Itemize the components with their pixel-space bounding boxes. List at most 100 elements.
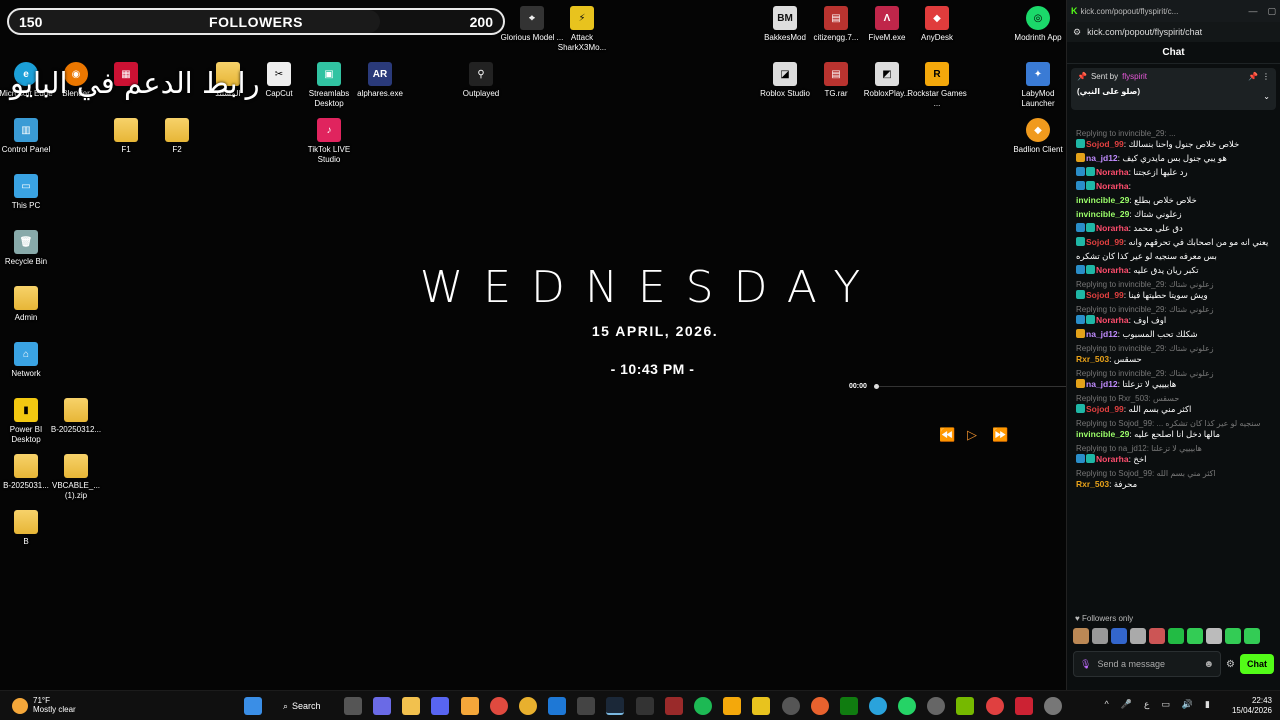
- chat-message[interactable]: Replying to invincible_29: زعلوني شتاك na…: [1076, 368, 1276, 390]
- chat-message[interactable]: Replying to Sojod_99: ... سنجيه لو عير ك…: [1076, 418, 1276, 440]
- chevron-down-icon[interactable]: ⌄: [1263, 92, 1270, 101]
- chrome-icon[interactable]: [490, 697, 508, 715]
- emote[interactable]: [1073, 628, 1089, 644]
- emote[interactable]: [1149, 628, 1165, 644]
- chat-username[interactable]: na_jd12: [1086, 153, 1118, 163]
- weather-widget[interactable]: 71°F Mostly clear: [12, 696, 76, 714]
- reply-context[interactable]: Replying to invincible_29: زعلوني شتاك: [1076, 368, 1276, 379]
- chat-message[interactable]: invincible_29: خلاص خلاص بطلع: [1076, 195, 1276, 206]
- chat-message[interactable]: invincible_29: زعلوني شتاك: [1076, 209, 1276, 220]
- desktop-icon-rockstar[interactable]: R Rockstar Games ...: [907, 62, 967, 109]
- chrome-icon[interactable]: [519, 697, 537, 715]
- url-text[interactable]: kick.com/popout/flyspirit/chat: [1087, 27, 1202, 37]
- chat-username[interactable]: Norarha: [1096, 167, 1129, 177]
- emote[interactable]: [1168, 628, 1184, 644]
- desktop-icon-badlion[interactable]: ◆ Badlion Client: [1010, 118, 1066, 155]
- steam-icon[interactable]: [606, 697, 624, 715]
- play-icon[interactable]: ▷: [967, 427, 977, 443]
- reply-context[interactable]: Replying to Sojod_99: ... سنجيه لو عير ك…: [1076, 418, 1276, 429]
- copilot-icon[interactable]: [373, 697, 391, 715]
- chat-username[interactable]: Norarha: [1096, 223, 1129, 233]
- desktop-icon-powerbi[interactable]: ▮ Power BI Desktop: [0, 398, 54, 445]
- previous-icon[interactable]: ⏪: [939, 427, 955, 443]
- reply-context[interactable]: Replying to invincible_29: زعلوني شتاك: [1076, 343, 1276, 354]
- nvidia-icon[interactable]: [956, 697, 974, 715]
- app-icon[interactable]: [636, 697, 654, 715]
- chat-username[interactable]: Norarha: [1096, 181, 1129, 191]
- emote[interactable]: [1187, 628, 1203, 644]
- desktop-icon-admin[interactable]: Admin: [0, 286, 54, 323]
- chat-message[interactable]: Norarha: تكبر ريان يدق عليه: [1076, 265, 1276, 276]
- desktop-icon-labymod[interactable]: ✦ LabyMod Launcher: [1010, 62, 1066, 109]
- app-icon[interactable]: [461, 697, 479, 715]
- desktop-icon-tiktok-live[interactable]: ♪ TikTok LIVE Studio: [301, 118, 357, 165]
- app-icon[interactable]: [782, 697, 800, 715]
- spotify-icon[interactable]: [694, 697, 712, 715]
- emote[interactable]: [1225, 628, 1241, 644]
- app-icon[interactable]: [811, 697, 829, 715]
- chat-username[interactable]: Rxr_503: [1076, 479, 1109, 489]
- chat-message[interactable]: بس معرفه سنجيه لو عير كذا كان تشكره: [1076, 251, 1276, 262]
- desktop-icon-vbcable[interactable]: VBCABLE_...(1).zip: [48, 454, 104, 501]
- app-icon[interactable]: [577, 697, 595, 715]
- chat-message-input[interactable]: 🎙 Send a message ☻: [1073, 651, 1222, 677]
- volume-icon[interactable]: 🔊: [1182, 699, 1193, 710]
- chat-message[interactable]: Replying to Rxr_503: حسقس Sojod_99: اكثر …: [1076, 393, 1276, 415]
- desktop-icon-streamlabs[interactable]: ▣ Streamlabs Desktop: [301, 62, 357, 109]
- battery-icon[interactable]: ▮: [1205, 699, 1210, 710]
- telegram-icon[interactable]: [869, 697, 887, 715]
- reply-context[interactable]: Replying to invincible_29: زعلوني شتاك: [1076, 304, 1276, 315]
- chat-username[interactable]: invincible_29: [1076, 195, 1129, 205]
- chat-message[interactable]: Replying to invincible_29: زعلوني شتاك No…: [1076, 304, 1276, 326]
- desktop-icon-control-panel[interactable]: ▥ Control Panel: [0, 118, 54, 155]
- emote[interactable]: [1111, 628, 1127, 644]
- pinned-username[interactable]: flyspirit: [1122, 72, 1147, 81]
- app-icon[interactable]: [986, 697, 1004, 715]
- desktop-icon-this-pc[interactable]: ▭ This PC: [0, 174, 54, 211]
- reply-context[interactable]: Replying to Rxr_503: حسقس: [1076, 393, 1276, 404]
- chat-message[interactable]: Sojod_99: يعني انه مو من اصحابك في تحرقه…: [1076, 237, 1276, 248]
- desktop-icon-alphares[interactable]: AR alphares.exe: [352, 62, 408, 99]
- discord-icon[interactable]: [431, 697, 449, 715]
- desktop-icon-anydesk[interactable]: ◆ AnyDesk: [909, 6, 965, 43]
- chat-username[interactable]: Sojod_99: [1086, 404, 1124, 414]
- chevron-up-icon[interactable]: ^: [1104, 699, 1108, 710]
- desktop-icon-network[interactable]: ⌂ Network: [0, 342, 54, 379]
- outlook-icon[interactable]: [548, 697, 566, 715]
- app-icon[interactable]: [752, 697, 770, 715]
- minimize-icon[interactable]: —: [1248, 6, 1257, 17]
- reply-context[interactable]: Replying to invincible_29: ...: [1076, 128, 1276, 139]
- emoji-icon[interactable]: ☻: [1204, 659, 1215, 670]
- media-seek-track[interactable]: [877, 386, 1066, 387]
- chat-username[interactable]: invincible_29: [1076, 429, 1129, 439]
- emote[interactable]: [1206, 628, 1222, 644]
- search-button[interactable]: ⌕ Search: [277, 697, 327, 715]
- microphone-icon[interactable]: 🎤: [1121, 699, 1132, 710]
- app-icon[interactable]: [1015, 697, 1033, 715]
- whatsapp-icon[interactable]: [898, 697, 916, 715]
- desktop-icon-b20250312[interactable]: B-20250312...: [48, 398, 104, 435]
- chat-settings-icon[interactable]: ⚙: [1226, 659, 1235, 670]
- chat-message[interactable]: Replying to invincible_29: زعلوني شتاك So…: [1076, 279, 1276, 301]
- chat-message[interactable]: Norarha: دق على محمد: [1076, 223, 1276, 234]
- emote[interactable]: [1130, 628, 1146, 644]
- app-icon[interactable]: [927, 697, 945, 715]
- desktop-icon-sharkx[interactable]: ⚡ Attack SharkX3Mo...: [554, 6, 610, 53]
- maximize-icon[interactable]: ▢: [1267, 6, 1276, 17]
- task-view-icon[interactable]: [344, 697, 362, 715]
- pin-icon[interactable]: 📌: [1248, 72, 1258, 81]
- chat-message[interactable]: Norarha:: [1076, 181, 1276, 192]
- taskbar-clock[interactable]: 22:43 15/04/2026: [1232, 696, 1272, 716]
- microphone-icon[interactable]: 🎙: [1080, 659, 1091, 670]
- start-icon[interactable]: [244, 697, 262, 715]
- desktop-icon-recycle-bin[interactable]: 🗑 Recycle Bin: [0, 230, 54, 267]
- chat-username[interactable]: Norarha: [1096, 265, 1129, 275]
- chat-message[interactable]: Replying to Sojod_99: اكثر مني بسم الله R…: [1076, 468, 1276, 490]
- chat-username[interactable]: Rxr_503: [1076, 354, 1109, 364]
- chat-username[interactable]: invincible_29: [1076, 209, 1129, 219]
- media-seek-handle[interactable]: [874, 384, 879, 389]
- pinned-message[interactable]: 📌 Sent by flyspirit (صلو على النبي) 📌 ⋮ …: [1071, 68, 1276, 110]
- file-explorer-icon[interactable]: [402, 697, 420, 715]
- reply-context[interactable]: Replying to invincible_29: زعلوني شتاك: [1076, 279, 1276, 290]
- app-icon[interactable]: [665, 697, 683, 715]
